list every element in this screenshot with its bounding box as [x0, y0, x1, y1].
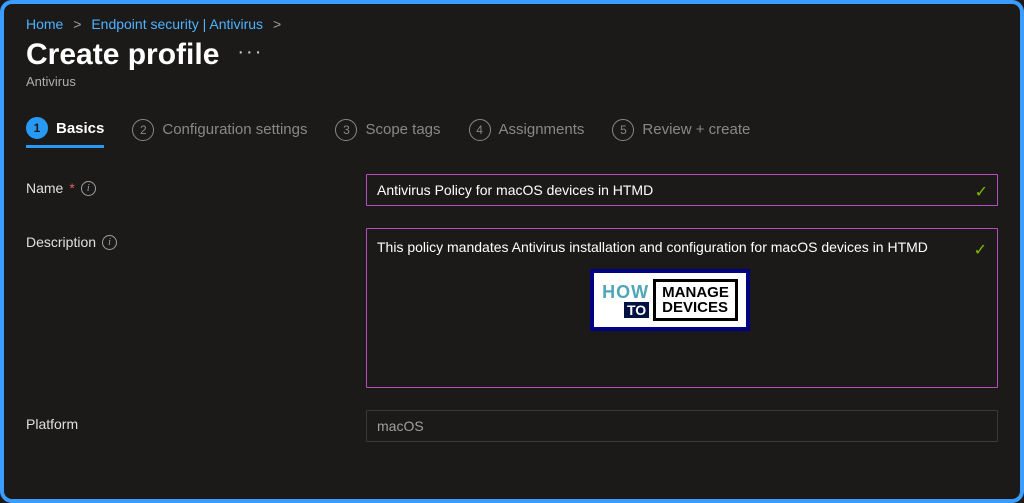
htmd-logo: HOW TO MANAGE DEVICES — [590, 269, 750, 331]
tab-label: Assignments — [499, 121, 585, 138]
step-number-icon: 4 — [469, 119, 491, 141]
wizard-tabs: 1 Basics 2 Configuration settings 3 Scop… — [26, 117, 998, 148]
tab-basics[interactable]: 1 Basics — [26, 117, 104, 148]
name-input[interactable]: Antivirus Policy for macOS devices in HT… — [366, 174, 998, 206]
chevron-right-icon: > — [73, 16, 81, 32]
page-title: Create profile — [26, 38, 219, 72]
tab-label: Basics — [56, 120, 104, 137]
info-icon[interactable]: i — [81, 181, 96, 196]
breadcrumb-endpoint-security[interactable]: Endpoint security | Antivirus — [91, 16, 263, 32]
tab-label: Review + create — [642, 121, 750, 138]
platform-field: macOS — [366, 410, 998, 442]
page-subtitle: Antivirus — [26, 74, 998, 89]
tab-assignments[interactable]: 4 Assignments — [469, 119, 585, 147]
logo-text: HOW — [602, 283, 649, 301]
description-input[interactable]: This policy mandates Antivirus installat… — [366, 228, 998, 388]
chevron-right-icon: > — [273, 16, 281, 32]
required-asterisk-icon: * — [69, 180, 74, 196]
step-number-icon: 3 — [335, 119, 357, 141]
info-icon[interactable]: i — [102, 235, 117, 250]
tab-label: Scope tags — [365, 121, 440, 138]
platform-label: Platform — [26, 416, 78, 432]
name-label: Name — [26, 180, 63, 196]
description-text: This policy mandates Antivirus installat… — [377, 239, 928, 255]
tab-label: Configuration settings — [162, 121, 307, 138]
tab-configuration-settings[interactable]: 2 Configuration settings — [132, 119, 307, 147]
description-label: Description — [26, 234, 96, 250]
step-number-icon: 1 — [26, 117, 48, 139]
breadcrumb: Home > Endpoint security | Antivirus > — [26, 16, 998, 32]
more-icon[interactable]: ··· — [237, 41, 263, 64]
logo-text: TO — [624, 302, 649, 318]
step-number-icon: 5 — [612, 119, 634, 141]
tab-scope-tags[interactable]: 3 Scope tags — [335, 119, 440, 147]
check-icon: ✓ — [974, 239, 987, 262]
logo-text: DEVICES — [662, 299, 728, 316]
breadcrumb-home[interactable]: Home — [26, 16, 63, 32]
tab-review-create[interactable]: 5 Review + create — [612, 119, 750, 147]
step-number-icon: 2 — [132, 119, 154, 141]
